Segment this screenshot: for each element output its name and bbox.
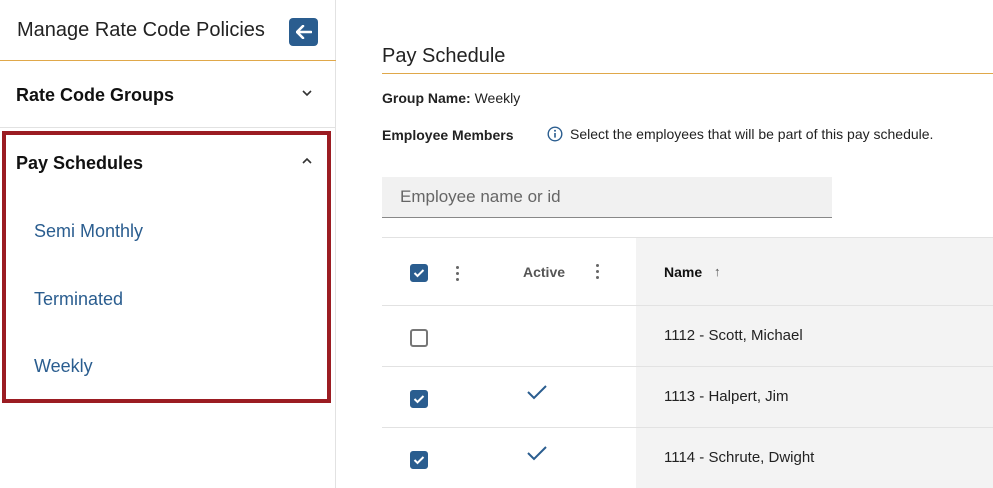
sidebar-group-pay-schedules[interactable]: Pay Schedules — [6, 135, 327, 195]
table-row[interactable]: 1114 - Schrute, Dwight — [382, 428, 993, 488]
check-icon — [413, 269, 425, 278]
title-divider — [382, 73, 993, 74]
select-all-checkbox[interactable] — [410, 264, 428, 282]
sidebar-item-semi-monthly[interactable]: Semi Monthly — [34, 221, 143, 242]
arrow-left-icon — [295, 25, 312, 39]
employee-table: Active Name ↑ 1112 - Scott, Michael 1113… — [382, 237, 993, 488]
table-row[interactable]: 1112 - Scott, Michael — [382, 306, 993, 367]
table-row[interactable]: 1113 - Halpert, Jim — [382, 367, 993, 428]
row-checkbox[interactable] — [410, 329, 428, 347]
table-header: Active Name ↑ — [382, 237, 993, 306]
sidebar-header: Manage Rate Code Policies — [0, 0, 336, 61]
check-icon — [413, 456, 425, 465]
active-check-icon — [527, 446, 547, 461]
sidebar-item-weekly[interactable]: Weekly — [34, 356, 93, 377]
column-header-active[interactable]: Active — [523, 264, 565, 280]
employee-name: 1112 - Scott, Michael — [664, 327, 803, 344]
sidebar: Manage Rate Code Policies Rate Code Grou… — [0, 0, 336, 488]
chevron-up-icon — [302, 157, 312, 164]
row-checkbox[interactable] — [410, 451, 428, 469]
sidebar-group-rate-code-groups[interactable]: Rate Code Groups — [0, 62, 336, 128]
sidebar-group-label: Rate Code Groups — [16, 85, 175, 105]
info-hint: Select the employees that will be part o… — [547, 126, 933, 142]
employee-search-input[interactable] — [382, 177, 832, 218]
row-checkbox[interactable] — [410, 390, 428, 408]
group-name-row: Group Name: Weekly — [382, 90, 520, 106]
employee-members-label: Employee Members — [382, 127, 514, 143]
check-icon — [413, 395, 425, 404]
active-check-icon — [527, 385, 547, 400]
info-text: Select the employees that will be part o… — [570, 126, 934, 142]
sidebar-group-label: Pay Schedules — [16, 153, 144, 173]
column-menu-icon[interactable] — [456, 266, 460, 284]
employee-name: 1114 - Schrute, Dwight — [664, 449, 815, 466]
info-icon — [547, 126, 563, 142]
chevron-down-icon — [302, 90, 312, 97]
sidebar-item-terminated[interactable]: Terminated — [34, 289, 123, 310]
employee-name: 1113 - Halpert, Jim — [664, 388, 789, 405]
page-title: Pay Schedule — [382, 45, 506, 67]
sidebar-title: Manage Rate Code Policies — [17, 19, 265, 41]
sort-ascending-icon: ↑ — [714, 264, 721, 279]
column-menu-icon[interactable] — [596, 264, 600, 282]
pay-schedules-panel: Pay Schedules Semi Monthly Terminated We… — [2, 131, 331, 403]
main-content: Pay Schedule Group Name: Weekly Employee… — [336, 0, 993, 488]
back-button[interactable] — [289, 18, 318, 46]
group-name-value: Weekly — [474, 90, 521, 106]
column-header-name[interactable]: Name — [664, 264, 702, 280]
group-name-label: Group Name: — [382, 90, 471, 106]
